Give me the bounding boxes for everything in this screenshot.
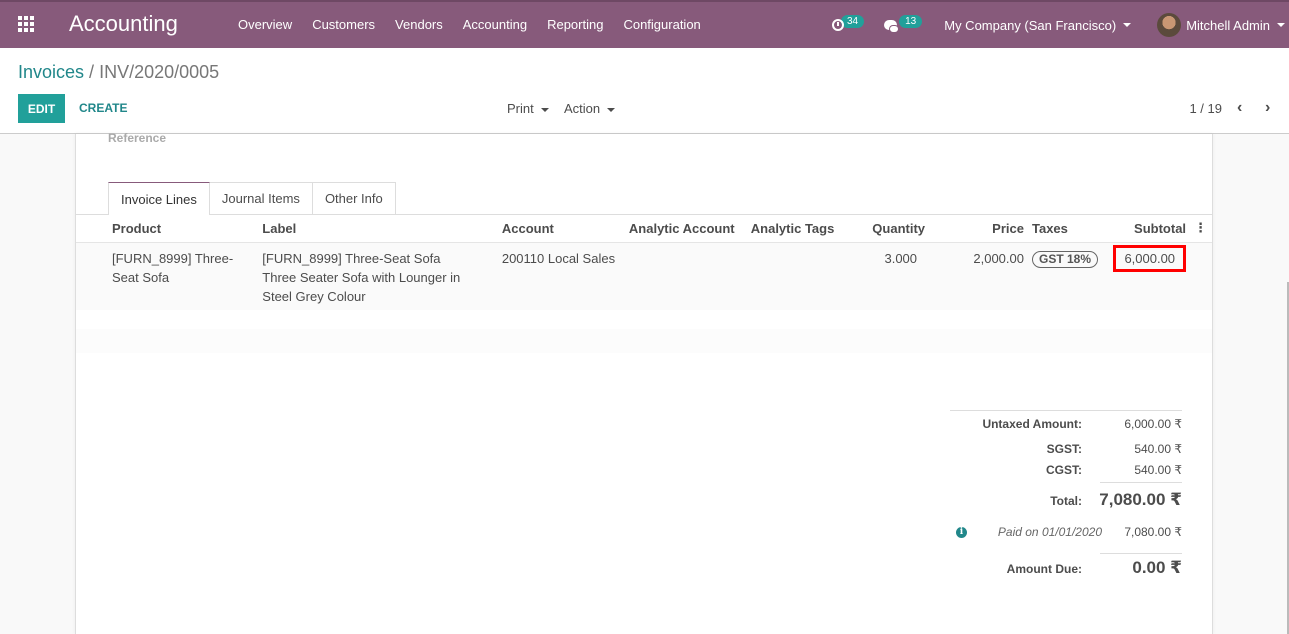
col-price[interactable]: Price bbox=[929, 215, 1028, 243]
col-quantity[interactable]: Quantity bbox=[850, 215, 930, 243]
total-divider bbox=[1100, 482, 1182, 483]
edit-button[interactable]: EDIT bbox=[18, 94, 65, 123]
breadcrumb: Invoices / INV/2020/0005 bbox=[18, 62, 219, 83]
cell-analytic-account bbox=[624, 242, 747, 310]
action-dropdown[interactable]: Action bbox=[564, 101, 616, 116]
cell-product: [FURN_8999] Three-Seat Sofa bbox=[76, 242, 259, 310]
app-name: Accounting bbox=[69, 11, 178, 36]
chevron-down-icon bbox=[1123, 23, 1132, 27]
messages-button[interactable]: 13 bbox=[884, 14, 923, 33]
cell-taxes: GST 18% bbox=[1027, 242, 1107, 310]
reference-label: Reference bbox=[108, 131, 167, 145]
payment-row: Paid on 01/01/2020 7,080.00 ₹ bbox=[998, 525, 1182, 539]
amount-due-row: Amount Due: 0.00 ₹ bbox=[1007, 558, 1182, 578]
cell-subtotal: 6,000.00 bbox=[1106, 242, 1191, 310]
sgst-value: 540.00 ₹ bbox=[1134, 442, 1182, 456]
main-menu: Overview Customers Vendors Accounting Re… bbox=[238, 17, 721, 32]
col-label[interactable]: Label bbox=[258, 215, 498, 243]
chat-icon bbox=[884, 20, 900, 33]
cell-label: [FURN_8999] Three-Seat Sofa Three Seater… bbox=[258, 242, 498, 310]
avatar bbox=[1157, 13, 1182, 37]
col-taxes[interactable]: Taxes bbox=[1027, 215, 1107, 243]
user-name: Mitchell Admin bbox=[1186, 17, 1270, 33]
breadcrumb-invoices[interactable]: Invoices bbox=[18, 62, 84, 82]
systray: 34 13 My Company (San Francisco) Mitchel… bbox=[831, 2, 1289, 48]
breadcrumb-separator: / bbox=[89, 62, 95, 82]
cell-empty bbox=[1190, 242, 1212, 310]
tab-invoice-lines[interactable]: Invoice Lines bbox=[108, 182, 210, 215]
subtotal-highlight: 6,000.00 bbox=[1113, 244, 1187, 272]
tab-journal-items[interactable]: Journal Items bbox=[208, 182, 313, 214]
table-row[interactable]: [FURN_8999] Three-Seat Sofa [FURN_8999] … bbox=[76, 242, 1212, 310]
total-row: Total: 7,080.00 ₹ bbox=[1050, 490, 1182, 510]
cell-price: 2,000.00 bbox=[929, 242, 1028, 310]
col-subtotal[interactable]: Subtotal bbox=[1106, 215, 1191, 243]
cgst-value: 540.00 ₹ bbox=[1134, 463, 1182, 477]
table-header: Product Label Account Analytic Account A… bbox=[76, 215, 1212, 243]
sgst-label: SGST: bbox=[1046, 442, 1082, 456]
notebook-tabs: Invoice Lines Journal Items Other Info bbox=[108, 182, 396, 215]
amount-due-value: 0.00 ₹ bbox=[1132, 558, 1182, 577]
cgst-label: CGST: bbox=[1046, 463, 1082, 477]
print-label: Print bbox=[507, 101, 534, 116]
paid-label: Paid on 01/01/2020 bbox=[997, 525, 1102, 539]
chevron-down-icon bbox=[540, 107, 549, 112]
action-label: Action bbox=[564, 101, 601, 116]
menu-overview[interactable]: Overview bbox=[238, 17, 292, 32]
company-name: My Company (San Francisco) bbox=[944, 17, 1117, 33]
label-line-1: [FURN_8999] Three-Seat Sofa bbox=[262, 250, 441, 266]
tax-badge: GST 18% bbox=[1031, 250, 1099, 268]
col-product[interactable]: Product bbox=[76, 215, 259, 243]
menu-vendors[interactable]: Vendors bbox=[395, 17, 443, 32]
menu-reporting[interactable]: Reporting bbox=[547, 17, 603, 32]
breadcrumb-current: INV/2020/0005 bbox=[99, 62, 220, 82]
pager-next-icon[interactable]: › bbox=[1265, 99, 1270, 117]
form-sheet: Reference Invoice Lines Journal Items Ot… bbox=[75, 131, 1213, 634]
paid-value: 7,080.00 ₹ bbox=[1124, 525, 1182, 539]
col-analytic-tags[interactable]: Analytic Tags bbox=[746, 215, 851, 243]
menu-accounting[interactable]: Accounting bbox=[463, 17, 527, 32]
sgst-row: SGST: 540.00 ₹ bbox=[1047, 442, 1182, 456]
chevron-down-icon bbox=[1277, 23, 1285, 27]
label-line-3: Steel Grey Colour bbox=[262, 288, 366, 304]
total-value: 7,080.00 ₹ bbox=[1099, 490, 1182, 509]
user-menu[interactable]: Mitchell Admin bbox=[1157, 13, 1285, 37]
control-panel: Invoices / INV/2020/0005 EDIT CREATE Print… bbox=[0, 48, 1289, 134]
pager-previous-icon[interactable]: ‹ bbox=[1237, 99, 1242, 117]
chevron-down-icon bbox=[607, 107, 616, 112]
activity-count-badge: 34 bbox=[840, 14, 865, 28]
col-analytic-account[interactable]: Analytic Account bbox=[624, 215, 747, 243]
pager-value: 1 / 19 bbox=[1189, 101, 1222, 116]
menu-configuration[interactable]: Configuration bbox=[623, 17, 700, 32]
totals-panel: Untaxed Amount: 6,000.00 ₹ SGST: 540.00 … bbox=[950, 410, 1182, 577]
company-switcher[interactable]: My Company (San Francisco) bbox=[944, 17, 1132, 33]
tab-other-info[interactable]: Other Info bbox=[311, 182, 396, 214]
top-navbar: Accounting Overview Customers Vendors Ac… bbox=[0, 0, 1289, 48]
message-count-badge: 13 bbox=[899, 14, 923, 28]
untaxed-label: Untaxed Amount: bbox=[982, 417, 1082, 431]
total-label: Total: bbox=[1050, 494, 1082, 508]
cell-quantity: 3.000 bbox=[850, 242, 930, 310]
optional-columns-toggle[interactable]: ⋮ bbox=[1190, 215, 1212, 243]
cell-account: 200110 Local Sales bbox=[497, 242, 625, 310]
menu-customers[interactable]: Customers bbox=[312, 17, 375, 32]
empty-row bbox=[76, 329, 1212, 353]
amount-due-label: Amount Due: bbox=[1006, 562, 1082, 576]
untaxed-value: 6,000.00 ₹ bbox=[1124, 417, 1182, 431]
cell-analytic-tags bbox=[746, 242, 851, 310]
create-button[interactable]: CREATE bbox=[79, 101, 127, 115]
print-dropdown[interactable]: Print bbox=[507, 101, 549, 116]
cgst-row: CGST: 540.00 ₹ bbox=[1046, 463, 1182, 477]
activities-button[interactable]: 34 bbox=[831, 14, 865, 31]
totals-divider bbox=[950, 410, 1182, 411]
kebab-menu-icon: ⋮ bbox=[1194, 220, 1208, 236]
col-account[interactable]: Account bbox=[497, 215, 625, 243]
info-icon[interactable]: i bbox=[956, 527, 967, 538]
apps-menu-icon[interactable] bbox=[18, 16, 34, 32]
due-divider bbox=[1100, 553, 1182, 554]
clock-icon bbox=[831, 19, 844, 31]
untaxed-row: Untaxed Amount: 6,000.00 ₹ bbox=[982, 417, 1182, 431]
label-line-2: Three Seater Sofa with Lounger in bbox=[262, 269, 461, 285]
invoice-lines-table: Product Label Account Analytic Account A… bbox=[76, 215, 1212, 310]
